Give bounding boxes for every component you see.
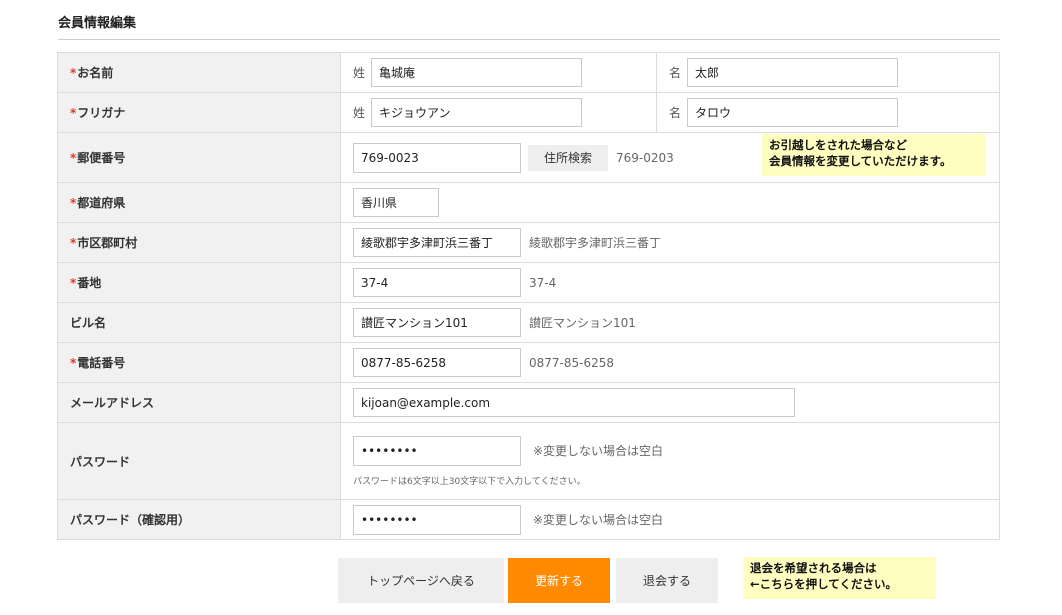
label-building: ビル名 <box>57 302 341 343</box>
row-name: *お名前 姓 名 <box>57 52 1000 93</box>
label-city-text: 市区郡町村 <box>77 236 138 250</box>
required-mark: * <box>70 151 77 165</box>
password-input[interactable] <box>353 435 521 466</box>
building-hint: 讃匠マンション101 <box>529 316 636 330</box>
required-mark: * <box>70 356 77 370</box>
label-name-text: お名前 <box>77 66 114 80</box>
street-number-input[interactable] <box>353 268 521 297</box>
password-confirm-input[interactable] <box>353 504 521 535</box>
required-mark: * <box>70 106 77 120</box>
required-mark: * <box>70 236 77 250</box>
label-password-text: パスワード <box>70 454 131 469</box>
row-password: パスワード ※変更しない場合は空白 パスワードは6文字以上30文字以下で入力して… <box>57 422 1000 500</box>
page-title: 会員情報編集 <box>58 12 1000 40</box>
last-kana-prefix: 姓 <box>353 106 366 120</box>
password-hint: ※変更しない場合は空白 <box>533 444 664 458</box>
first-name-prefix: 名 <box>669 66 682 80</box>
moving-tooltip-line2: 会員情報を変更していただけます。 <box>769 154 952 168</box>
label-phone-text: 電話番号 <box>77 356 126 370</box>
label-building-text: ビル名 <box>70 316 107 330</box>
row-email: メールアドレス <box>57 382 1000 423</box>
city-hint: 綾歌郡宇多津町浜三番丁 <box>529 236 662 250</box>
withdraw-button[interactable]: 退会する <box>616 558 718 603</box>
moving-tooltip-line1: お引越しをされた場合など <box>769 138 907 152</box>
row-prefecture: *都道府県 <box>57 182 1000 223</box>
last-name-input[interactable] <box>371 58 583 87</box>
postal-code-input[interactable] <box>353 142 521 173</box>
password-confirm-hint: ※変更しない場合は空白 <box>533 513 664 527</box>
label-password-confirm-text: パスワード（確認用） <box>70 513 191 527</box>
row-phone: *電話番号 0877-85-6258 <box>57 342 1000 383</box>
label-city: *市区郡町村 <box>57 222 341 263</box>
row-password-confirm: パスワード（確認用） ※変更しない場合は空白 <box>57 499 1000 540</box>
withdraw-tooltip: 退会を希望される場合は ←こちらを押してください。 <box>743 557 936 599</box>
last-kana-input[interactable] <box>371 98 583 127</box>
label-prefecture: *都道府県 <box>57 182 341 223</box>
label-postal: *郵便番号 <box>57 132 341 183</box>
withdraw-tooltip-line2: ←こちらを押してください。 <box>750 577 897 591</box>
back-to-top-button[interactable]: トップページへ戻る <box>338 558 504 603</box>
withdraw-tooltip-line1: 退会を希望される場合は <box>750 561 877 575</box>
row-address: *番地 37-4 <box>57 262 1000 303</box>
label-password-confirm: パスワード（確認用） <box>57 499 341 540</box>
row-kana: *フリガナ 姓 名 <box>57 92 1000 133</box>
update-button[interactable]: 更新する <box>508 558 610 603</box>
password-note: パスワードは6文字以上30文字以下で入力してください。 <box>353 476 586 487</box>
last-name-prefix: 姓 <box>353 66 366 80</box>
first-name-input[interactable] <box>687 58 899 87</box>
label-prefecture-text: 都道府県 <box>77 196 126 210</box>
label-address-text: 番地 <box>77 276 102 290</box>
address-hint: 37-4 <box>529 275 557 290</box>
label-password: パスワード <box>57 422 341 500</box>
required-mark: * <box>70 276 77 290</box>
moving-tooltip: お引越しをされた場合など 会員情報を変更していただけます。 <box>762 134 986 176</box>
label-name: *お名前 <box>57 52 341 93</box>
row-city: *市区郡町村 綾歌郡宇多津町浜三番丁 <box>57 222 1000 263</box>
required-mark: * <box>70 66 77 80</box>
label-email-text: メールアドレス <box>70 396 155 410</box>
label-kana: *フリガナ <box>57 92 341 133</box>
label-phone: *電話番号 <box>57 342 341 383</box>
phone-hint: 0877-85-6258 <box>529 355 615 370</box>
email-input[interactable] <box>353 388 795 417</box>
label-kana-text: フリガナ <box>77 106 126 120</box>
phone-input[interactable] <box>353 348 521 377</box>
row-building: ビル名 讃匠マンション101 <box>57 302 1000 343</box>
member-edit-form: *お名前 姓 名 *フリガナ 姓 <box>57 52 1000 540</box>
label-postal-text: 郵便番号 <box>77 151 126 165</box>
first-kana-prefix: 名 <box>669 106 682 120</box>
label-address: *番地 <box>57 262 341 303</box>
required-mark: * <box>70 196 77 210</box>
address-search-button[interactable]: 住所検索 <box>528 144 609 171</box>
building-input[interactable] <box>353 308 521 337</box>
postal-hint: 769-0203 <box>616 150 674 165</box>
city-input[interactable] <box>353 228 521 257</box>
prefecture-input[interactable] <box>353 188 439 217</box>
first-kana-input[interactable] <box>687 98 899 127</box>
label-email: メールアドレス <box>57 382 341 423</box>
